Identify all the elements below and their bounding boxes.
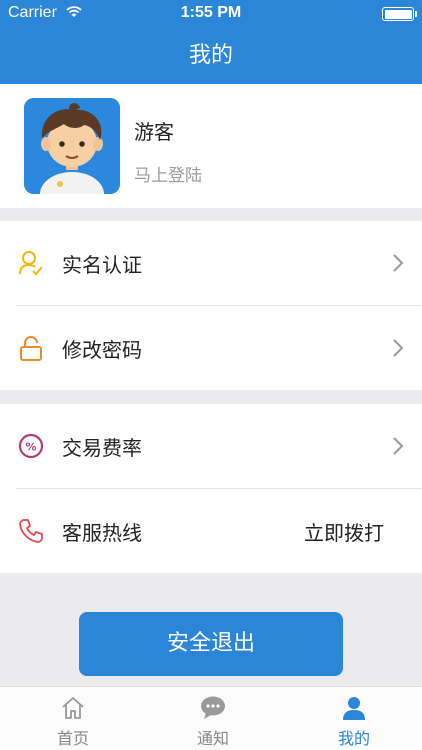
menu-group-service: % 交易费率 客服热线 立即拨打	[0, 404, 422, 573]
tab-mine[interactable]: 我的	[284, 687, 422, 750]
tab-bar: 首页 通知 我的	[0, 686, 422, 750]
home-icon	[62, 697, 84, 719]
menu-group-account: 实名认证 修改密码	[0, 221, 422, 390]
status-bar: Carrier 1:55 PM	[0, 0, 422, 28]
chevron-right-icon	[392, 338, 404, 358]
page-title: 我的	[188, 43, 233, 68]
percent-icon: %	[18, 433, 44, 459]
chat-bubble-icon	[201, 696, 225, 719]
person-icon	[343, 697, 365, 720]
profile-card[interactable]: 游客 马上登陆	[0, 84, 422, 208]
tab-label: 我的	[337, 729, 370, 748]
lock-icon	[18, 335, 44, 361]
menu-item-label: 修改密码	[62, 338, 142, 362]
avatar[interactable]	[24, 98, 120, 194]
call-now-link[interactable]: 立即拨打	[304, 517, 384, 546]
logout-button[interactable]: 安全退出	[79, 612, 343, 676]
tab-label: 通知	[196, 729, 229, 748]
menu-item-label: 交易费率	[62, 436, 142, 460]
user-verify-icon	[18, 250, 44, 276]
username: 游客	[134, 120, 174, 144]
login-link[interactable]: 马上登陆	[134, 161, 202, 186]
menu-item-hotline[interactable]: 客服热线 立即拨打	[0, 489, 422, 573]
menu-item-verification[interactable]: 实名认证	[0, 221, 422, 305]
menu-item-label: 实名认证	[62, 253, 142, 277]
tab-notifications[interactable]: 通知	[143, 687, 283, 750]
menu-item-fee-rate[interactable]: % 交易费率	[0, 404, 422, 488]
chevron-right-icon	[392, 253, 404, 273]
tab-home[interactable]: 首页	[3, 687, 143, 750]
nav-bar: 我的	[0, 28, 422, 84]
tab-label: 首页	[56, 729, 89, 748]
svg-text:%: %	[25, 441, 36, 454]
phone-icon	[18, 518, 44, 544]
battery-icon	[382, 7, 417, 21]
menu-item-label: 客服热线	[62, 521, 142, 545]
clock-label: 1:55 PM	[180, 4, 242, 21]
chevron-right-icon	[392, 436, 404, 456]
menu-item-change-password[interactable]: 修改密码	[0, 306, 422, 390]
